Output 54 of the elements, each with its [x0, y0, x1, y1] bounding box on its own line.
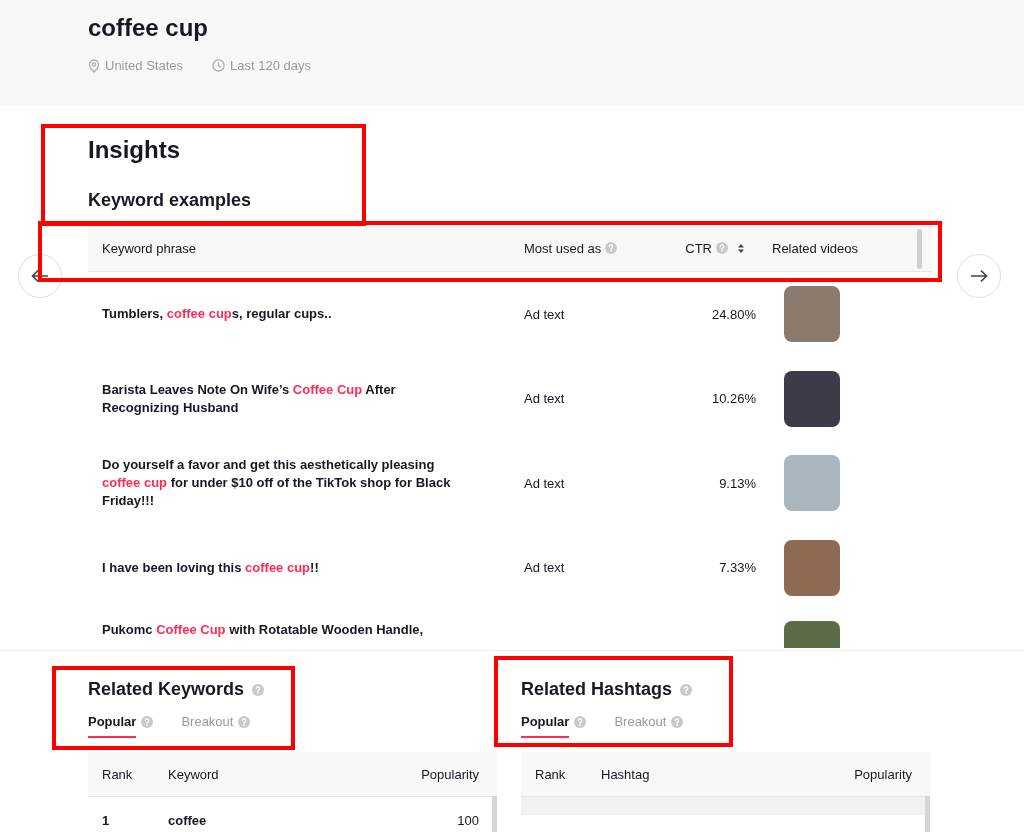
rank-cell-text: 1 — [101, 812, 111, 828]
video-thumbnail[interactable] — [784, 539, 840, 596]
column-header: Keyword — [168, 766, 220, 782]
table-cell: Ad text — [524, 306, 565, 322]
arrow-right-icon — [970, 269, 988, 283]
column-header: Rank — [101, 766, 134, 782]
ctr-value: 9.13% — [719, 475, 756, 491]
keyword-phrase: I have been loving this coffee cup!! — [102, 558, 319, 577]
keyword-cell-text: coffee — [168, 812, 208, 828]
help-icon[interactable] — [716, 242, 728, 254]
ctr-value: 7.33% — [719, 560, 756, 576]
help-icon[interactable] — [574, 716, 587, 728]
help-icon[interactable] — [680, 683, 693, 696]
next-arrow-button[interactable] — [957, 254, 1001, 298]
column-header: Most used as — [524, 240, 602, 256]
table-cell: Ad text — [524, 475, 565, 491]
panel-title: Related Hashtags — [521, 679, 673, 700]
scrollbar[interactable] — [917, 229, 922, 269]
help-icon[interactable] — [238, 716, 251, 728]
video-thumbnail[interactable] — [784, 455, 840, 512]
clock-icon — [212, 59, 226, 72]
column-header: Keyword phrase — [102, 240, 196, 256]
ctr-value: 10.26% — [711, 391, 756, 407]
tab[interactable]: Popular — [521, 714, 570, 738]
column-header: Rank — [534, 766, 567, 782]
keyword-phrase: Pukomc Coffee Cup with Rotatable Wooden Handle, — [102, 621, 424, 639]
location-pin-icon — [88, 58, 100, 73]
popularity-cell-text: 100 — [457, 812, 480, 828]
keyword-phrase: Barista Leaves Note On Wife’s Coffee Cup After Recognizing Husband — [102, 380, 397, 417]
ctr-value: 24.80% — [711, 306, 756, 322]
sort-icon[interactable] — [738, 243, 744, 253]
keyword-phrase: Do yourself a favor and get this aesthetically pleasing coffee cup for under $10 off of the TikTok shop for Black Friday!!! — [102, 456, 452, 511]
video-thumbnail[interactable] — [784, 370, 840, 427]
column-header: Popularity — [854, 766, 913, 782]
panel-title: Related Keywords — [88, 679, 245, 700]
column-header: Popularity — [421, 766, 480, 782]
page-title: coffee cup — [88, 13, 210, 42]
help-icon[interactable] — [252, 683, 265, 696]
arrow-left-icon — [31, 269, 49, 283]
table-cell: Ad text — [524, 560, 565, 576]
video-thumbnail[interactable] — [784, 286, 840, 343]
period-label: Last 120 days — [230, 58, 311, 73]
help-icon[interactable] — [141, 716, 154, 728]
help-icon[interactable] — [671, 716, 684, 728]
column-header: Related videos — [772, 240, 858, 256]
column-header: Hashtag — [601, 766, 651, 782]
keyword-phrase: Tumblers, coffee cups, regular cups.. — [102, 305, 332, 324]
table-cell: Ad text — [524, 391, 565, 407]
column-header: CTR — [685, 240, 712, 256]
section-title: Insights — [88, 135, 181, 164]
help-icon[interactable] — [605, 242, 618, 254]
tab[interactable]: Popular — [88, 714, 137, 738]
subsection-title: Keyword examples — [88, 190, 253, 211]
region-label: United States — [105, 58, 184, 73]
